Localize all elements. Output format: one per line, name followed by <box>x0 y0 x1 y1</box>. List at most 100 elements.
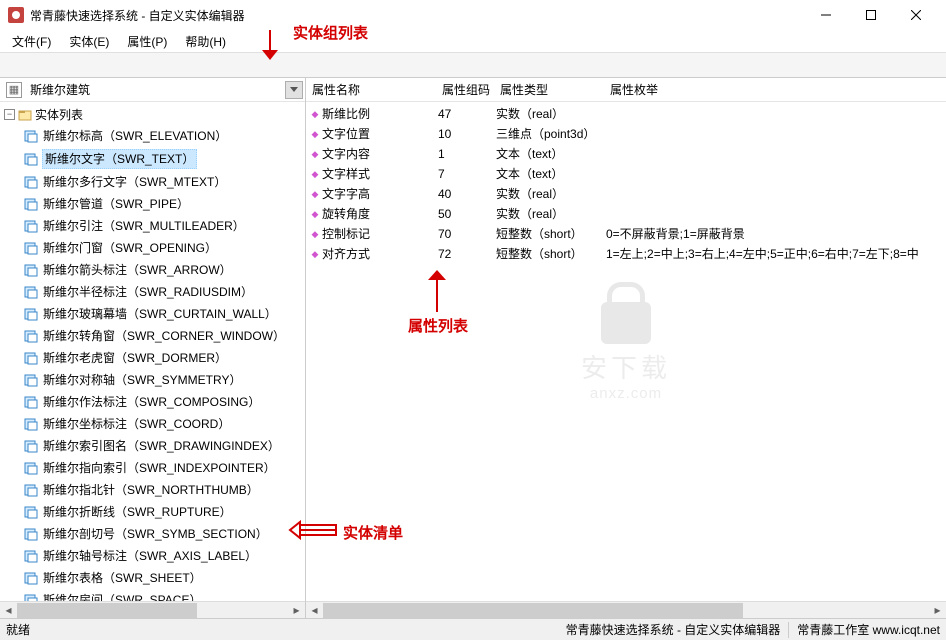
property-list[interactable]: ◆斯维比例47实数（real）◆文字位置10三维点（point3d）◆文字内容1… <box>306 102 946 601</box>
tree-item-label: 斯维尔指向索引（SWR_INDEXPOINTER） <box>42 459 277 477</box>
menu-property[interactable]: 属性(P) <box>119 31 175 52</box>
prop-name: 斯维比例 <box>322 104 438 124</box>
right-pane: 属性名称 属性组码 属性类型 属性枚举 ◆斯维比例47实数（real）◆文字位置… <box>306 78 946 618</box>
property-row[interactable]: ◆文字字高40实数（real） <box>308 184 946 204</box>
left-pane: ▦ 斯维尔建筑 − 实体列表 斯维尔标高（SWR_ELEVATION）斯维尔文字… <box>0 78 306 618</box>
tree-item[interactable]: 斯维尔作法标注（SWR_COMPOSING） <box>22 391 305 413</box>
header-code[interactable]: 属性组码 <box>438 79 496 100</box>
tree-item[interactable]: 斯维尔标高（SWR_ELEVATION） <box>22 125 305 147</box>
tree-item[interactable]: 斯维尔半径标注（SWR_RADIUSDIM） <box>22 281 305 303</box>
scroll-thumb[interactable] <box>323 603 743 618</box>
property-row[interactable]: ◆对齐方式72短整数（short）1=左上;2=中上;3=右上;4=左中;5=正… <box>308 244 946 264</box>
menu-file[interactable]: 文件(F) <box>4 31 59 52</box>
h-scrollbar-left[interactable]: ◂ ▸ <box>0 601 305 618</box>
prop-name: 文字字高 <box>322 184 438 204</box>
tree-item[interactable]: 斯维尔表格（SWR_SHEET） <box>22 567 305 589</box>
entity-icon <box>24 439 38 453</box>
close-button[interactable] <box>893 1 938 29</box>
entity-icon <box>24 219 38 233</box>
prop-type: 文本（text） <box>496 144 606 164</box>
prop-type: 实数（real） <box>496 104 606 124</box>
tree-item-label: 斯维尔箭头标注（SWR_ARROW） <box>42 261 233 279</box>
content: ▦ 斯维尔建筑 − 实体列表 斯维尔标高（SWR_ELEVATION）斯维尔文字… <box>0 78 946 618</box>
prop-name: 旋转角度 <box>322 204 438 224</box>
tree-item-label: 斯维尔轴号标注（SWR_AXIS_LABEL） <box>42 547 258 565</box>
prop-type: 三维点（point3d） <box>496 124 606 144</box>
scroll-right-icon[interactable]: ▸ <box>929 602 946 618</box>
tree-item-label: 斯维尔转角窗（SWR_CORNER_WINDOW） <box>42 327 286 345</box>
tree-item-label: 斯维尔管道（SWR_PIPE） <box>42 195 190 213</box>
menubar: 文件(F) 实体(E) 属性(P) 帮助(H) <box>0 30 946 52</box>
status-ready: 就绪 <box>6 621 30 638</box>
entity-icon <box>24 417 38 431</box>
tree-item[interactable]: 斯维尔转角窗（SWR_CORNER_WINDOW） <box>22 325 305 347</box>
property-row[interactable]: ◆文字样式7文本（text） <box>308 164 946 184</box>
watermark: 安下载 anxz.com <box>581 302 671 402</box>
prop-code: 70 <box>438 224 496 244</box>
entity-icon <box>24 175 38 189</box>
tree-item[interactable]: 斯维尔指向索引（SWR_INDEXPOINTER） <box>22 457 305 479</box>
scroll-thumb[interactable] <box>17 603 197 618</box>
tree-item-label: 斯维尔多行文字（SWR_MTEXT） <box>42 173 227 191</box>
menu-entity[interactable]: 实体(E) <box>61 31 117 52</box>
property-row[interactable]: ◆旋转角度50实数（real） <box>308 204 946 224</box>
entity-icon <box>24 373 38 387</box>
entity-icon <box>24 571 38 585</box>
scroll-right-icon[interactable]: ▸ <box>288 602 305 618</box>
tree-item[interactable]: 斯维尔索引图名（SWR_DRAWINGINDEX） <box>22 435 305 457</box>
prop-name: 文字位置 <box>322 124 438 144</box>
property-row[interactable]: ◆文字内容1文本（text） <box>308 144 946 164</box>
maximize-button[interactable] <box>848 1 893 29</box>
tree-item[interactable]: 斯维尔折断线（SWR_RUPTURE） <box>22 501 305 523</box>
scroll-left-icon[interactable]: ◂ <box>0 602 17 618</box>
property-row[interactable]: ◆文字位置10三维点（point3d） <box>308 124 946 144</box>
entity-tree[interactable]: − 实体列表 斯维尔标高（SWR_ELEVATION）斯维尔文字（SWR_TEX… <box>0 102 305 601</box>
tree-item[interactable]: 斯维尔管道（SWR_PIPE） <box>22 193 305 215</box>
minimize-button[interactable] <box>803 1 848 29</box>
header-type[interactable]: 属性类型 <box>496 79 606 100</box>
scroll-left-icon[interactable]: ◂ <box>306 602 323 618</box>
tree-item[interactable]: 斯维尔引注（SWR_MULTILEADER） <box>22 215 305 237</box>
tree-item-label: 斯维尔坐标标注（SWR_COORD） <box>42 415 231 433</box>
tree-item-label: 斯维尔老虎窗（SWR_DORMER） <box>42 349 228 367</box>
menu-help[interactable]: 帮助(H) <box>177 31 234 52</box>
tree-item[interactable]: 斯维尔坐标标注（SWR_COORD） <box>22 413 305 435</box>
prop-name: 文字样式 <box>322 164 438 184</box>
status-mid: 常青藤快速选择系统 - 自定义实体编辑器 <box>566 621 781 638</box>
diamond-icon: ◆ <box>308 184 322 204</box>
entity-icon <box>24 285 38 299</box>
tree-item[interactable]: 斯维尔轴号标注（SWR_AXIS_LABEL） <box>22 545 305 567</box>
tree-item[interactable]: 斯维尔门窗（SWR_OPENING） <box>22 237 305 259</box>
entity-icon <box>24 527 38 541</box>
property-row[interactable]: ◆控制标记70短整数（short）0=不屏蔽背景;1=屏蔽背景 <box>308 224 946 244</box>
titlebar: 常青藤快速选择系统 - 自定义实体编辑器 <box>0 0 946 30</box>
h-scrollbar-right[interactable]: ◂ ▸ <box>306 601 946 618</box>
property-row[interactable]: ◆斯维比例47实数（real） <box>308 104 946 124</box>
tree-item[interactable]: 斯维尔箭头标注（SWR_ARROW） <box>22 259 305 281</box>
tree-item[interactable]: 斯维尔老虎窗（SWR_DORMER） <box>22 347 305 369</box>
chevron-down-icon[interactable] <box>285 81 303 99</box>
collapse-icon[interactable]: − <box>4 109 15 120</box>
diamond-icon: ◆ <box>308 244 322 264</box>
tree-item[interactable]: 斯维尔房间（SWR_SPACE） <box>22 589 305 601</box>
entity-group-combo[interactable]: ▦ 斯维尔建筑 <box>0 78 305 102</box>
entity-icon <box>24 263 38 277</box>
prop-code: 7 <box>438 164 496 184</box>
prop-type: 短整数（short） <box>496 224 606 244</box>
entity-icon <box>24 241 38 255</box>
tree-item-label: 斯维尔剖切号（SWR_SYMB_SECTION） <box>42 525 269 543</box>
tree-item[interactable]: 斯维尔玻璃幕墙（SWR_CURTAIN_WALL） <box>22 303 305 325</box>
entity-icon <box>24 549 38 563</box>
tree-item-label: 斯维尔半径标注（SWR_RADIUSDIM） <box>42 283 254 301</box>
tree-item[interactable]: 斯维尔指北针（SWR_NORTHTHUMB） <box>22 479 305 501</box>
tree-item[interactable]: 斯维尔多行文字（SWR_MTEXT） <box>22 171 305 193</box>
tree-item[interactable]: 斯维尔文字（SWR_TEXT） <box>22 147 305 171</box>
tree-item[interactable]: 斯维尔剖切号（SWR_SYMB_SECTION） <box>22 523 305 545</box>
tree-item-label: 斯维尔折断线（SWR_RUPTURE） <box>42 503 233 521</box>
diamond-icon: ◆ <box>308 124 322 144</box>
header-name[interactable]: 属性名称 <box>308 79 438 100</box>
prop-code: 50 <box>438 204 496 224</box>
tree-root[interactable]: − 实体列表 <box>4 104 305 125</box>
tree-item[interactable]: 斯维尔对称轴（SWR_SYMMETRY） <box>22 369 305 391</box>
header-enum[interactable]: 属性枚举 <box>606 79 946 100</box>
